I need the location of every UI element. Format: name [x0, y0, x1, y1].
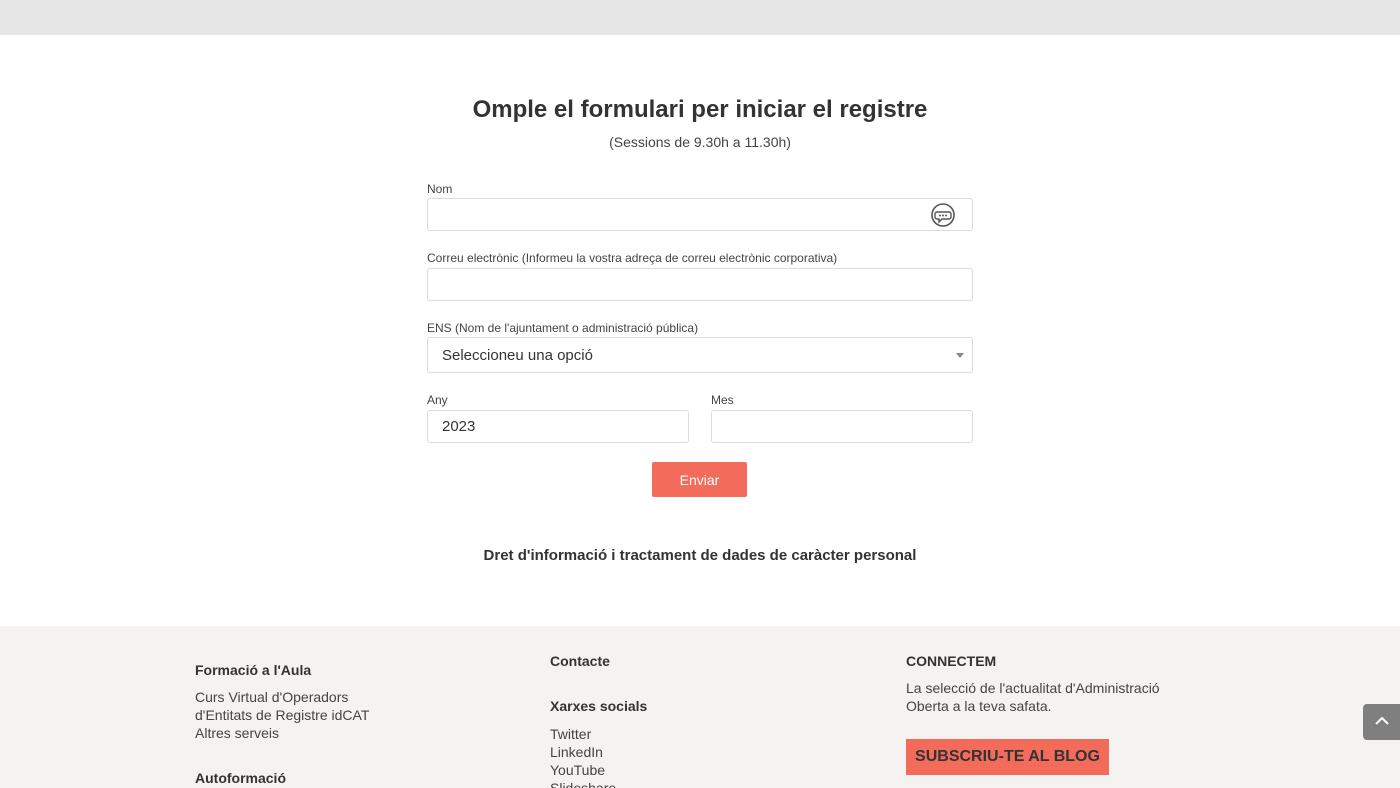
chevron-up-icon	[1374, 713, 1390, 731]
name-label: Nom	[427, 182, 453, 196]
email-input[interactable]	[427, 268, 973, 301]
footer-connectem-text: La selecció de l'actualitat d'Administra…	[906, 679, 1160, 715]
ens-label: ENS (Nom de l'ajuntament o administració…	[427, 321, 699, 335]
footer-link-linkedin[interactable]: LinkedIn	[550, 743, 616, 761]
subscribe-blog-button[interactable]: SUBSCRIU-TE AL BLOG	[906, 739, 1109, 775]
footer-link[interactable]: Curs Virtual d'Operadors	[195, 688, 369, 706]
footer-heading-autoformacio[interactable]: Autoformació	[195, 770, 286, 786]
footer-connectem-line: La selecció de l'actualitat d'Administra…	[906, 680, 1160, 696]
chevron-down-icon[interactable]	[956, 353, 964, 358]
footer-link[interactable]: Altres serveis	[195, 724, 369, 742]
chat-bubble-icon[interactable]	[930, 202, 956, 228]
back-to-top-button[interactable]	[1363, 704, 1400, 740]
submit-button[interactable]: Enviar	[652, 462, 747, 497]
form-title: Omple el formulari per iniciar el regist…	[472, 96, 928, 123]
footer-connectem-line: Oberta a la teva safata.	[906, 698, 1052, 714]
footer-link-slideshare[interactable]: Slideshare	[550, 779, 616, 788]
year-label: Any	[427, 393, 448, 407]
footer-links-formacio: Curs Virtual d'Operadors d'Entitats de R…	[195, 688, 369, 742]
footer-links-social: Twitter LinkedIn YouTube Slideshare	[550, 725, 616, 788]
footer-heading-contacte[interactable]: Contacte	[550, 653, 610, 669]
ens-select-value: Seleccioneu una opció	[442, 346, 593, 364]
footer-heading-formacio: Formació a l'Aula	[195, 662, 312, 678]
email-label: Correu electrònic (Informeu la vostra ad…	[427, 251, 838, 265]
month-label: Mes	[711, 393, 734, 407]
footer-link-youtube[interactable]: YouTube	[550, 761, 616, 779]
top-bar	[0, 0, 1400, 35]
name-input[interactable]	[427, 198, 973, 231]
year-input[interactable]: 2023	[427, 410, 689, 443]
footer-link-twitter[interactable]: Twitter	[550, 725, 616, 743]
ens-select[interactable]: Seleccioneu una opció	[427, 337, 973, 373]
footer-heading-xarxes: Xarxes socials	[550, 698, 648, 714]
footer-link[interactable]: d'Entitats de Registre idCAT	[195, 706, 369, 724]
month-input[interactable]	[711, 410, 973, 443]
footer-heading-connectem: CONNECTEM	[906, 653, 997, 669]
privacy-link[interactable]: Dret d'informació i tractament de dades …	[0, 547, 1400, 564]
form-subtitle: (Sessions de 9.30h a 11.30h)	[609, 134, 791, 150]
